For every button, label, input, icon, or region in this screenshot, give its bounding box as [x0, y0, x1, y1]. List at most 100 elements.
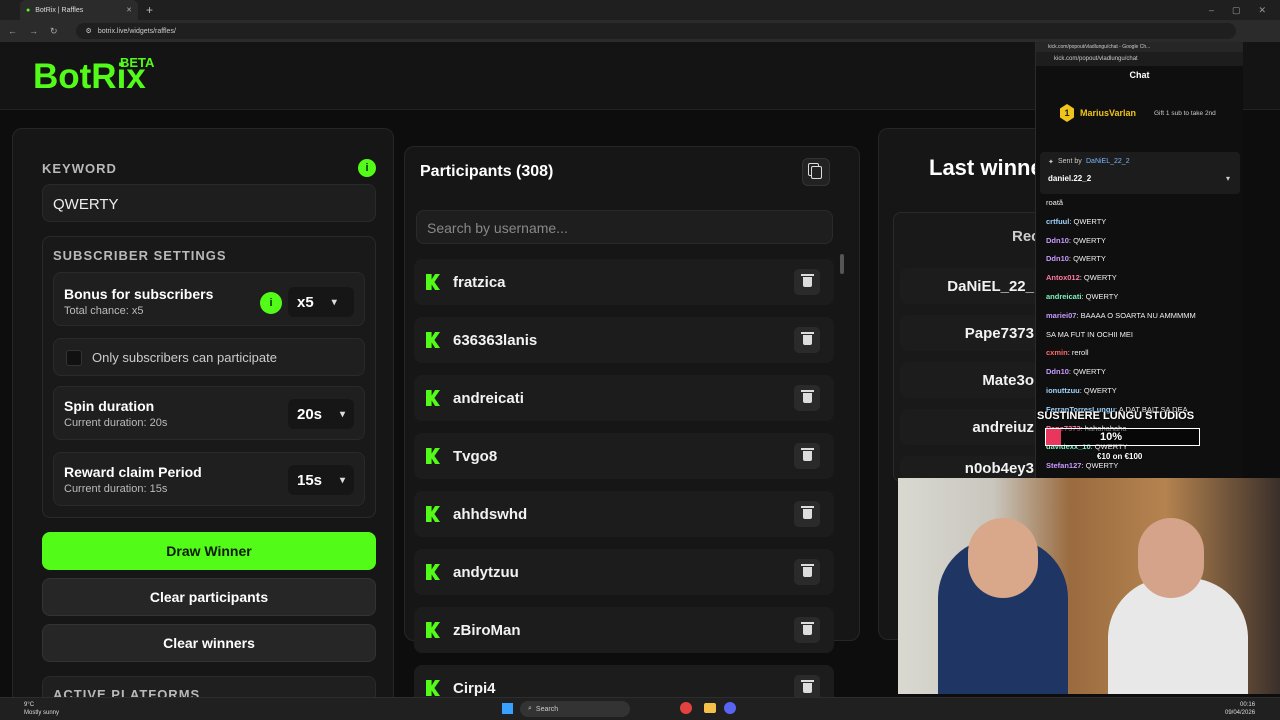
discord-icon[interactable]: [724, 702, 736, 714]
browser-tab[interactable]: ● BotRix | Raffles ✕: [20, 0, 138, 20]
chat-username[interactable]: andreicati: [1046, 292, 1081, 301]
chat-username[interactable]: Antox012: [1046, 273, 1080, 282]
tab-favicon: ●: [26, 6, 31, 14]
chat-username[interactable]: Ddn10: [1046, 367, 1069, 376]
bonus-select-value: x5: [297, 293, 314, 311]
forward-icon[interactable]: →: [29, 26, 38, 36]
reward-sub: Current duration: 15s: [64, 483, 168, 495]
bonus-info-icon[interactable]: i: [260, 292, 282, 314]
delete-button[interactable]: [794, 501, 820, 527]
taskbar-search[interactable]: ⌕ Search: [520, 701, 630, 717]
weather-temp: 9°C: [24, 702, 35, 708]
chat-url: kick.com/popout/vladlungu/chat: [1054, 56, 1138, 62]
chat-message: andreicati: QWERTY: [1046, 292, 1118, 301]
chat-text: : QWERTY: [1079, 386, 1117, 395]
maximize-icon[interactable]: ▢: [1232, 5, 1241, 16]
clear-winners-button[interactable]: Clear winners: [42, 624, 376, 662]
chevron-down-icon: ▾: [331, 296, 337, 308]
goal-percent: 10%: [1100, 431, 1123, 443]
info-icon[interactable]: i: [358, 159, 376, 177]
search-icon: ⌕: [528, 705, 532, 712]
goal-amount: €10 on €100: [1097, 452, 1143, 461]
back-icon[interactable]: ←: [8, 26, 17, 36]
spin-select[interactable]: 20s ▾: [288, 399, 354, 429]
delete-button[interactable]: [794, 559, 820, 585]
site-info-icon[interactable]: ⚙: [86, 27, 92, 35]
gift-sub-text[interactable]: Gift 1 sub to take 2nd: [1154, 110, 1234, 117]
chat-message: SA MA FUT IN OCHII MEI: [1046, 330, 1133, 339]
chat-window-titlebar: kick.com/popout/vladlungu/chat - Google …: [1036, 42, 1243, 52]
search-placeholder: Search by username...: [427, 220, 568, 236]
participant-row: 636363lanis: [414, 317, 834, 363]
participant-search-input[interactable]: Search by username...: [416, 210, 833, 244]
winner-row: n0ob4ey3: [900, 456, 1040, 480]
clock-time: 00:16: [1240, 702, 1256, 708]
reload-icon[interactable]: ↻: [50, 26, 58, 37]
pinned-by-user: DaNiEL_22_2: [1086, 158, 1130, 165]
chat-message: mariei07: BAAAA O SOARTA NU AMMMMM: [1046, 311, 1196, 320]
taskbar-search-label: Search: [535, 705, 559, 713]
minimize-icon[interactable]: –: [1209, 5, 1214, 16]
weather-text: Mostly sunny: [24, 710, 60, 716]
chat-username[interactable]: crtfuul: [1046, 217, 1069, 226]
clock-date: 09/04/2026: [1225, 710, 1256, 716]
explorer-icon[interactable]: [704, 703, 716, 713]
copy-icon: [810, 165, 822, 179]
url-field[interactable]: ⚙ botrix.live/widgets/raffles/: [75, 23, 1236, 39]
scrollbar[interactable]: [840, 254, 844, 274]
participant-row: Tvgo8: [414, 433, 834, 479]
clock[interactable]: 00:16 09/04/2026: [1225, 701, 1255, 717]
chat-message: Antox012: QWERTY: [1046, 273, 1117, 282]
winners-title: Last winne: [929, 155, 1043, 180]
trash-icon: [800, 448, 814, 461]
only-subs-row[interactable]: Only subscribers can participate: [53, 338, 365, 376]
chat-message: cxmin: reroll: [1046, 348, 1089, 357]
windows-start-icon[interactable]: [502, 703, 513, 714]
chat-message: Ddn10: QWERTY: [1046, 367, 1106, 376]
participant-name: ahhdswhd: [453, 505, 528, 523]
new-tab-icon[interactable]: +: [146, 3, 153, 17]
close-window-icon[interactable]: ✕: [1258, 5, 1266, 16]
trash-icon: [800, 622, 814, 635]
delete-button[interactable]: [794, 443, 820, 469]
chrome-icon[interactable]: [680, 702, 692, 714]
only-subs-checkbox[interactable]: [66, 350, 82, 366]
delete-button[interactable]: [794, 269, 820, 295]
participant-row: andytzuu: [414, 549, 834, 595]
head-left: [968, 518, 1038, 598]
chevron-down-icon[interactable]: ▾: [1226, 174, 1230, 183]
trash-icon: [800, 506, 814, 519]
reward-select[interactable]: 15s ▾: [288, 465, 354, 495]
bonus-select[interactable]: x5 ▾: [288, 287, 354, 317]
clear-participants-button[interactable]: Clear participants: [42, 578, 376, 616]
delete-button[interactable]: [794, 385, 820, 411]
goal-title: SUSTINERE LUNGU STUDIOS: [1037, 410, 1195, 422]
chat-username[interactable]: ionuttzuu: [1046, 386, 1080, 395]
pinned-username: daniel.22_2: [1048, 174, 1092, 183]
weather-widget[interactable]: 9°C Mostly sunny: [24, 701, 59, 717]
reward-label: Reward claim Period: [64, 464, 202, 480]
kick-icon: [426, 332, 440, 348]
chat-username[interactable]: Ddn10: [1046, 236, 1069, 245]
bonus-label: Bonus for subscribers: [64, 286, 214, 302]
delete-button[interactable]: [794, 327, 820, 353]
address-bar-row: ← → ↻ ⚙ botrix.live/widgets/raffles/: [0, 20, 1280, 42]
top-gifter: 1 MariusVarlan: [1060, 104, 1136, 122]
participant-row: zBiroMan: [414, 607, 834, 653]
bonus-sub: Total chance: x5: [64, 305, 144, 317]
chat-url-bar[interactable]: kick.com/popout/vladlungu/chat: [1036, 52, 1243, 66]
only-subs-label: Only subscribers can participate: [92, 350, 277, 365]
copy-button[interactable]: [802, 158, 830, 186]
kick-icon: [426, 680, 440, 696]
chat-username[interactable]: mariei07: [1046, 311, 1076, 320]
chat-username[interactable]: cxmin: [1046, 348, 1068, 357]
chat-text: roată: [1046, 198, 1064, 207]
delete-button[interactable]: [794, 617, 820, 643]
close-tab-icon[interactable]: ✕: [126, 6, 132, 14]
draw-winner-button[interactable]: Draw Winner: [42, 532, 376, 570]
top-gifter-name[interactable]: MariusVarlan: [1080, 108, 1136, 118]
chat-username[interactable]: Ddn10: [1046, 254, 1069, 263]
keyword-input[interactable]: QWERTY: [42, 184, 376, 222]
winner-row: andreiuz: [900, 409, 1040, 445]
trash-icon: [800, 564, 814, 577]
